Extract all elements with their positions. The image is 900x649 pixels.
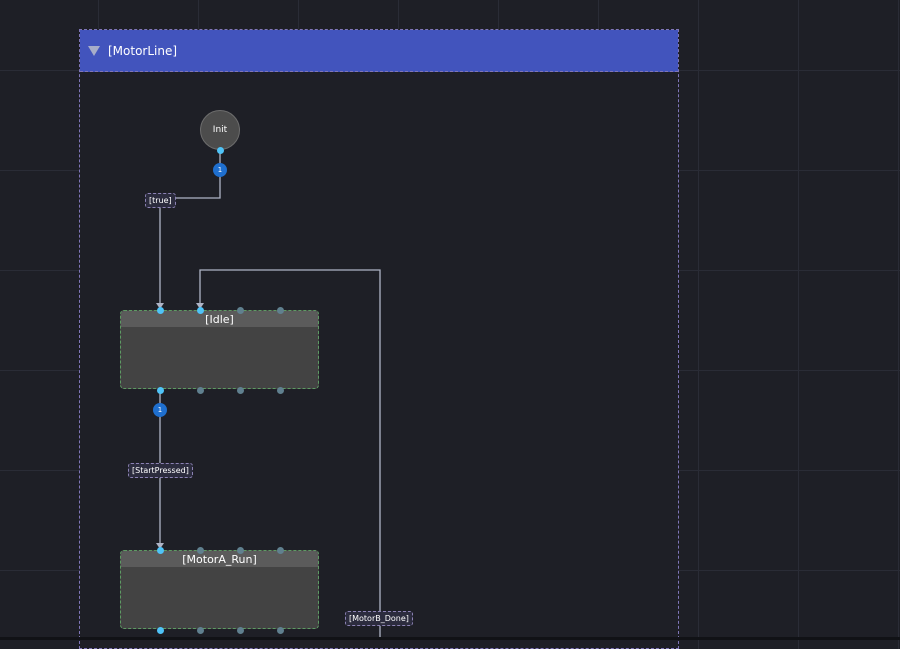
motora-input-port[interactable] (196, 546, 204, 554)
motora-output-port[interactable] (196, 626, 204, 634)
state-motora-run[interactable]: [MotorA_Run] (120, 550, 319, 629)
condition-label-startpressed[interactable]: [StartPressed] (128, 463, 193, 478)
motora-input-port[interactable] (236, 546, 244, 554)
idle-output-port[interactable] (156, 386, 164, 394)
condition-label-true[interactable]: [true] (145, 193, 176, 208)
motora-input-port[interactable] (276, 546, 284, 554)
idle-input-port[interactable] (276, 306, 284, 314)
idle-input-port[interactable] (236, 306, 244, 314)
priority-badge-idle: 1 (153, 403, 167, 417)
state-idle-title: [Idle] (121, 311, 318, 327)
init-node[interactable]: Init (200, 110, 240, 150)
state-idle[interactable]: [Idle] (120, 310, 319, 389)
diagram-canvas[interactable]: [MotorLine] Init 1 [true] [Idle] 1 [Star… (0, 0, 900, 649)
priority-badge-init: 1 (213, 163, 227, 177)
motora-output-port[interactable] (276, 626, 284, 634)
idle-output-port[interactable] (276, 386, 284, 394)
idle-output-port[interactable] (236, 386, 244, 394)
motora-output-port[interactable] (236, 626, 244, 634)
init-label: Init (212, 125, 228, 135)
motora-output-port[interactable] (156, 626, 164, 634)
wire-init-to-idle[interactable] (159, 150, 221, 305)
idle-input-port[interactable] (156, 306, 164, 314)
condition-label-motorb-done[interactable]: [MotorB_Done] (345, 611, 413, 626)
motora-input-port[interactable] (156, 546, 164, 554)
init-output-port[interactable] (216, 146, 224, 154)
idle-input-port[interactable] (196, 306, 204, 314)
idle-output-port[interactable] (196, 386, 204, 394)
state-motora-run-title: [MotorA_Run] (121, 551, 318, 567)
